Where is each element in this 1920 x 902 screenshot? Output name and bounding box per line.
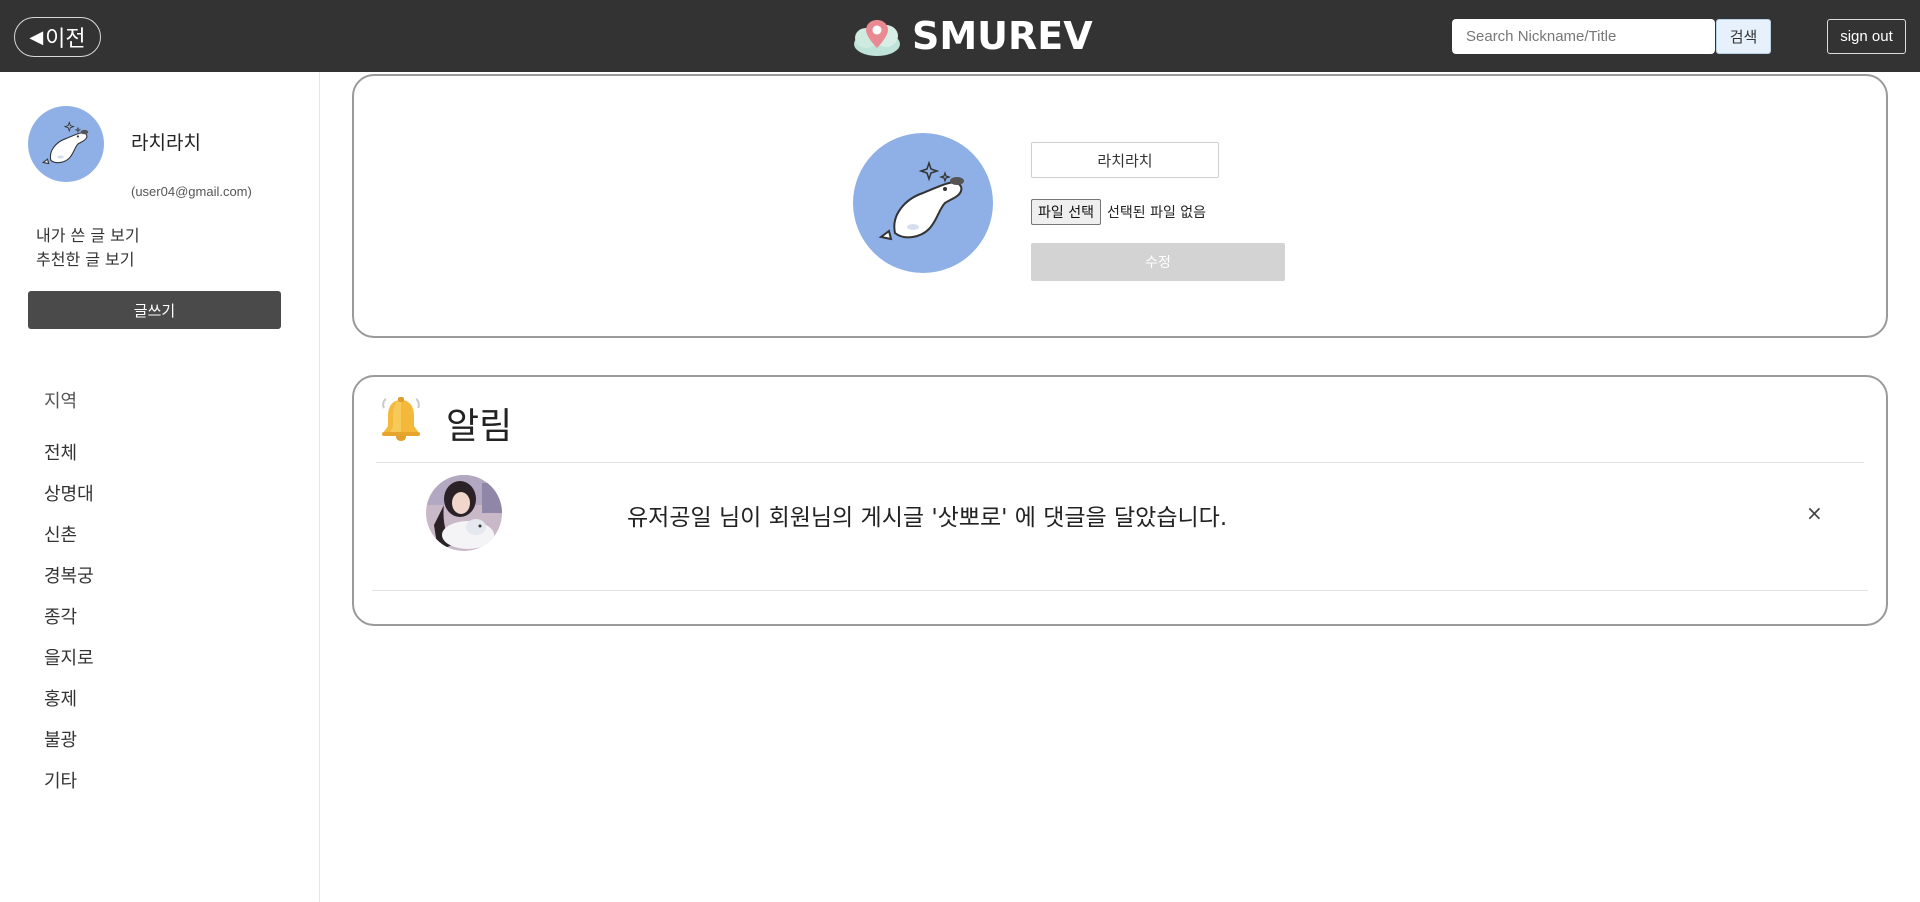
logo-text: SMUREV (912, 14, 1093, 58)
bell-icon (382, 397, 420, 441)
my-posts-link[interactable]: 내가 쓴 글 보기 (36, 222, 140, 246)
region-item-etc[interactable]: 기타 (44, 767, 77, 793)
region-item-sangmyung[interactable]: 상명대 (44, 480, 94, 506)
sidebar-nickname: 라치라치 (131, 132, 201, 154)
divider (372, 590, 1868, 591)
search-button[interactable]: 검색 (1716, 19, 1771, 54)
region-heading: 지역 (44, 391, 78, 412)
back-arrow-icon: ◀ (29, 26, 44, 48)
logo[interactable]: SMUREV (852, 12, 1093, 60)
choose-file-button[interactable]: 파일 선택 (1031, 199, 1101, 225)
region-item-gyeongbokgung[interactable]: 경복궁 (44, 562, 94, 588)
write-post-button[interactable]: 글쓰기 (28, 291, 281, 329)
back-button[interactable]: ◀ 이전 (14, 17, 101, 57)
profile-avatar (853, 133, 993, 273)
divider (376, 462, 1864, 463)
notifications-card: 알림 유저공일 님이 회원님의 게시글 '삿뽀로' 에 댓글을 달았습니다. × (352, 375, 1888, 626)
profile-edit-card: 파일 선택 선택된 파일 없음 수정 (352, 74, 1888, 338)
region-item-euljiro[interactable]: 을지로 (44, 644, 94, 670)
sign-out-button[interactable]: sign out (1827, 19, 1906, 54)
notification-avatar (426, 475, 502, 551)
liked-posts-link[interactable]: 추천한 글 보기 (36, 246, 135, 270)
logo-map-pin-icon (854, 20, 900, 56)
profile-photo-icon (426, 475, 502, 551)
nickname-input[interactable] (1031, 142, 1219, 178)
file-chooser: 파일 선택 선택된 파일 없음 (1031, 199, 1206, 225)
region-item-jonggak[interactable]: 종각 (44, 603, 77, 629)
seal-mascot-icon (41, 120, 89, 165)
region-item-all[interactable]: 전체 (44, 439, 77, 465)
region-item-bulgwang[interactable]: 불광 (44, 726, 77, 752)
sidebar: 라치라치 (user04@gmail.com) 내가 쓴 글 보기 추천한 글 … (0, 72, 320, 902)
user-avatar (28, 106, 104, 182)
sidebar-email: (user04@gmail.com) (131, 184, 252, 199)
region-item-sinchon[interactable]: 신촌 (44, 521, 77, 547)
seal-mascot-icon (878, 160, 964, 241)
search-input[interactable] (1452, 19, 1715, 54)
edit-profile-button[interactable]: 수정 (1031, 243, 1285, 281)
notifications-title: 알림 (446, 406, 513, 447)
back-button-label: 이전 (45, 27, 86, 52)
close-icon[interactable]: × (1806, 501, 1823, 525)
notification-message: 유저공일 님이 회원님의 게시글 '삿뽀로' 에 댓글을 달았습니다. (627, 505, 1228, 531)
file-status-text: 선택된 파일 없음 (1106, 205, 1207, 221)
top-nav-bar: ◀ 이전 SMUREV 검색 sign out (0, 0, 1920, 72)
region-item-hongje[interactable]: 홍제 (44, 685, 77, 711)
